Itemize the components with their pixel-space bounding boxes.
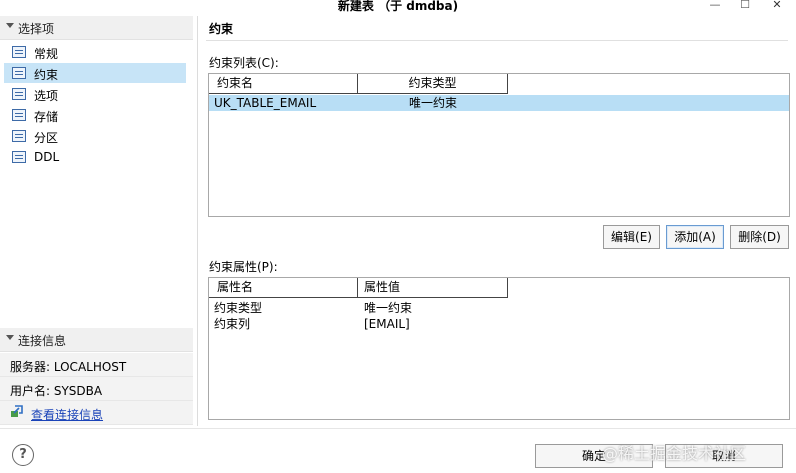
minimize-icon[interactable]: — xyxy=(706,0,724,10)
sidebar-item-label: 选项 xyxy=(34,89,59,103)
page-title: 约束 xyxy=(209,22,234,36)
property-value-cell: [EMAIL] xyxy=(364,317,410,331)
connection-icon xyxy=(11,405,23,417)
page-icon xyxy=(12,88,26,100)
view-connection-row: 查看连接信息 xyxy=(0,401,193,425)
properties-table[interactable]: 属性名 属性值 约束类型 唯一约束 约束列 [EMAIL] xyxy=(208,277,790,420)
user-text: 用户名: SYSDBA xyxy=(10,384,103,398)
add-button[interactable]: 添加(A) xyxy=(666,225,724,249)
column-header-constraint-type[interactable]: 约束类型 xyxy=(358,74,508,94)
sidebar-item-label: 常规 xyxy=(34,47,59,61)
chevron-down-icon xyxy=(6,335,14,340)
sidebar-item-label: DDL xyxy=(34,150,60,164)
column-header-property-value[interactable]: 属性值 xyxy=(358,278,508,298)
delete-button[interactable]: 删除(D) xyxy=(730,225,789,249)
sidebar-item-options[interactable]: 选项 xyxy=(4,84,186,104)
constraints-table[interactable]: 约束名 约束类型 UK_TABLE_EMAIL 唯一约束 xyxy=(208,73,790,217)
window-title: 新建表 （于 dmdba) xyxy=(337,0,459,13)
panel-divider[interactable] xyxy=(197,16,198,426)
column-header-property-name[interactable]: 属性名 xyxy=(209,278,358,298)
sidebar-item-label: 约束 xyxy=(34,68,59,82)
sidebar-item-partition[interactable]: 分区 xyxy=(4,126,186,146)
server-text: 服务器: LOCALHOST xyxy=(10,360,127,374)
watermark: @稀土掘金技术社区 xyxy=(602,444,747,463)
page-icon xyxy=(12,46,26,58)
page-icon xyxy=(12,151,26,163)
sidebar-item-general[interactable]: 常规 xyxy=(4,42,186,62)
property-name-cell: 约束类型 xyxy=(214,301,263,315)
footer-divider xyxy=(0,428,796,429)
page-icon xyxy=(12,109,26,121)
sidebar-item-constraints[interactable]: 约束 xyxy=(4,63,186,83)
chevron-down-icon xyxy=(6,23,14,28)
page-icon xyxy=(12,130,26,142)
constraint-name-cell: UK_TABLE_EMAIL xyxy=(214,96,317,110)
maximize-icon[interactable]: ☐ xyxy=(736,0,754,10)
user-row: 用户名: SYSDBA xyxy=(0,377,193,401)
property-name-cell: 约束列 xyxy=(214,317,251,331)
sidebar-item-ddl[interactable]: DDL xyxy=(4,147,186,167)
sidebar-item-label: 存储 xyxy=(34,110,59,124)
table-row[interactable]: 约束类型 唯一约束 xyxy=(209,300,789,316)
close-icon[interactable]: ✕ xyxy=(762,0,792,10)
view-connection-link[interactable]: 查看连接信息 xyxy=(31,406,103,423)
sidebar-item-label: 分区 xyxy=(34,131,59,145)
properties-label: 约束属性(P): xyxy=(209,260,278,274)
section-title: 选择项 xyxy=(18,22,55,36)
constraint-type-cell: 唯一约束 xyxy=(408,96,457,110)
property-value-cell: 唯一约束 xyxy=(364,301,413,315)
table-row[interactable]: 约束列 [EMAIL] xyxy=(209,316,789,332)
sidebar-item-storage[interactable]: 存储 xyxy=(4,105,186,125)
left-panel: 选择项 常规 约束 选项 存储 分区 DDL 连接信息 服务器: LOCALHO… xyxy=(0,16,193,426)
section-header-options[interactable]: 选择项 xyxy=(0,16,193,40)
page-icon xyxy=(12,67,26,79)
server-row: 服务器: LOCALHOST xyxy=(0,353,193,377)
column-header-constraint-name[interactable]: 约束名 xyxy=(209,74,358,94)
section-header-connection[interactable]: 连接信息 xyxy=(0,328,193,352)
title-bar: 新建表 （于 dmdba) — ☐ ✕ xyxy=(0,0,796,14)
heading-divider xyxy=(206,40,788,41)
table-row[interactable]: UK_TABLE_EMAIL 唯一约束 xyxy=(209,95,789,111)
help-icon[interactable]: ? xyxy=(12,444,34,466)
section-title: 连接信息 xyxy=(18,334,67,348)
edit-button[interactable]: 编辑(E) xyxy=(603,225,660,249)
constraints-list-label: 约束列表(C): xyxy=(209,56,279,70)
